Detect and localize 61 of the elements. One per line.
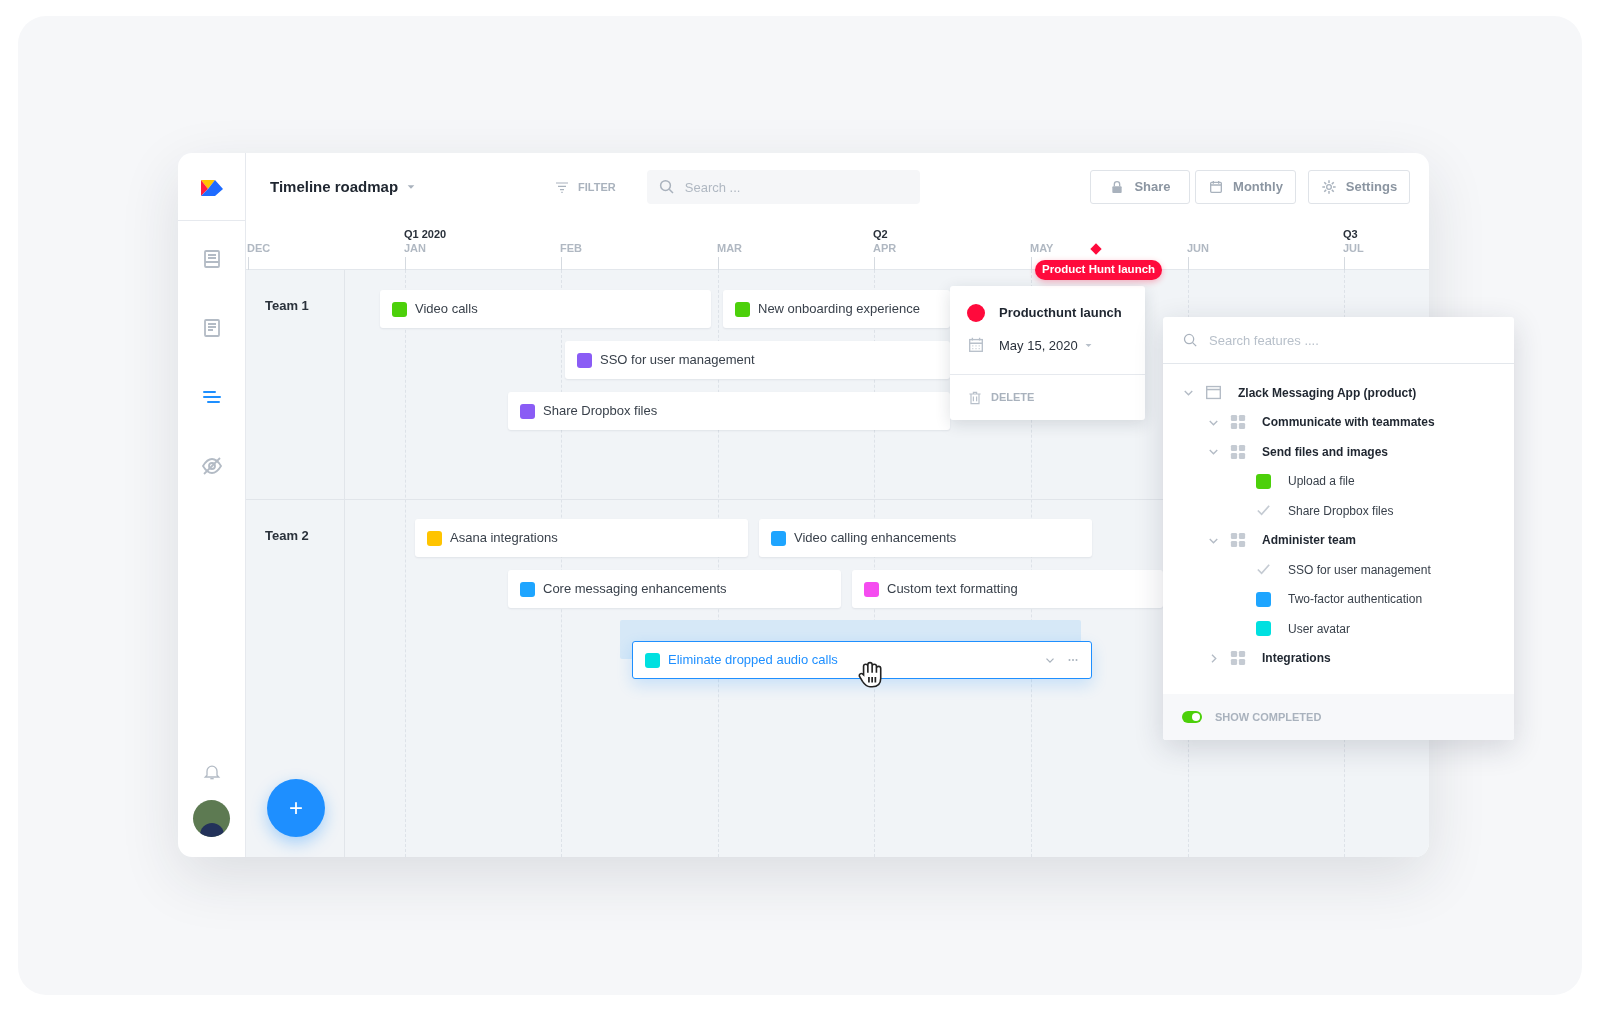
settings-icon xyxy=(1320,179,1337,195)
feature-bar[interactable]: Video calls xyxy=(380,290,711,328)
window-icon xyxy=(1205,384,1222,402)
trash-icon xyxy=(967,389,983,406)
tree-item-label[interactable]: Communicate with teammates xyxy=(1262,413,1435,432)
tree-item-label[interactable]: Send files and images xyxy=(1262,442,1389,461)
tree-item-label[interactable]: Administer team xyxy=(1262,531,1357,550)
tree-item-label[interactable]: Upload a file xyxy=(1288,472,1355,491)
calendar-icon xyxy=(1208,179,1225,195)
feature-bar[interactable]: SSO for user management xyxy=(565,341,950,379)
month-label: APR xyxy=(873,241,897,256)
quarter-label: Q1 2020 xyxy=(404,227,447,242)
grid-icon xyxy=(1230,414,1246,431)
tree-item-label[interactable]: Integrations xyxy=(1262,649,1331,668)
feature-bar[interactable]: Core messaging enhancements xyxy=(508,570,841,608)
grid-icon xyxy=(1230,532,1246,549)
tree-item-label[interactable]: Two-factor authentication xyxy=(1288,590,1423,609)
feature-bar[interactable]: Video calling enhancements xyxy=(759,519,1092,557)
feature-search-field[interactable]: Search features .... xyxy=(1163,317,1514,363)
milestone-title: Producthunt launch xyxy=(999,304,1122,322)
bar-label: Core messaging enhancements xyxy=(543,580,727,599)
search-icon xyxy=(1182,332,1199,349)
toggle-label: SHOW COMPLETED xyxy=(1215,709,1322,725)
tree-item-label[interactable]: Zlack Messaging App (product) xyxy=(1238,383,1417,402)
team-label: Team 2 xyxy=(265,527,310,545)
bar-label: Video calling enhancements xyxy=(794,529,957,548)
filter-icon xyxy=(554,179,571,195)
month-label: DEC xyxy=(247,241,271,256)
month-label: JAN xyxy=(404,241,426,256)
bar-label: Share Dropbox files xyxy=(543,402,658,421)
search-icon xyxy=(657,178,676,196)
bar-label: Asana integrations xyxy=(450,529,558,548)
tree-item-label[interactable]: Share Dropbox files xyxy=(1288,501,1394,520)
bar-label: Video calls xyxy=(415,300,478,319)
bar-label: Eliminate dropped audio calls xyxy=(668,651,838,670)
feature-bar[interactable]: New onboarding experience xyxy=(723,290,950,328)
month-label: MAY xyxy=(1030,241,1054,256)
grid-icon xyxy=(1230,443,1246,460)
month-label: MAR xyxy=(717,241,743,256)
avatar[interactable] xyxy=(193,800,230,837)
quarter-label: Q2 xyxy=(873,227,888,242)
feature-bar[interactable]: Share Dropbox files xyxy=(508,392,950,430)
team-label: Team 1 xyxy=(265,297,310,315)
month-label: JUL xyxy=(1343,241,1364,256)
date-dropdown[interactable]: May 15, 2020 xyxy=(999,335,1093,355)
feature-bar[interactable]: Custom text formatting xyxy=(852,570,1163,608)
feature-bar[interactable]: Asana integrations xyxy=(415,519,748,557)
bar-label: New onboarding experience xyxy=(758,300,920,319)
grid-icon xyxy=(1230,650,1246,667)
month-label: JUN xyxy=(1187,241,1209,256)
toggle-switch[interactable] xyxy=(1182,711,1202,723)
bar-label: SSO for user management xyxy=(600,351,755,370)
quarter-label: Q3 xyxy=(1343,227,1358,242)
month-label: FEB xyxy=(560,241,582,256)
tree-item-label[interactable]: SSO for user management xyxy=(1288,560,1431,579)
view-title-dropdown[interactable]: Timeline roadmap xyxy=(270,175,417,199)
bar-label: Custom text formatting xyxy=(887,580,1018,599)
calendar-icon xyxy=(967,336,985,355)
search-field[interactable]: Search ... xyxy=(646,170,920,204)
tree-item-label[interactable]: User avatar xyxy=(1288,619,1351,638)
milestone-label: Product Hunt launch xyxy=(1035,260,1163,280)
